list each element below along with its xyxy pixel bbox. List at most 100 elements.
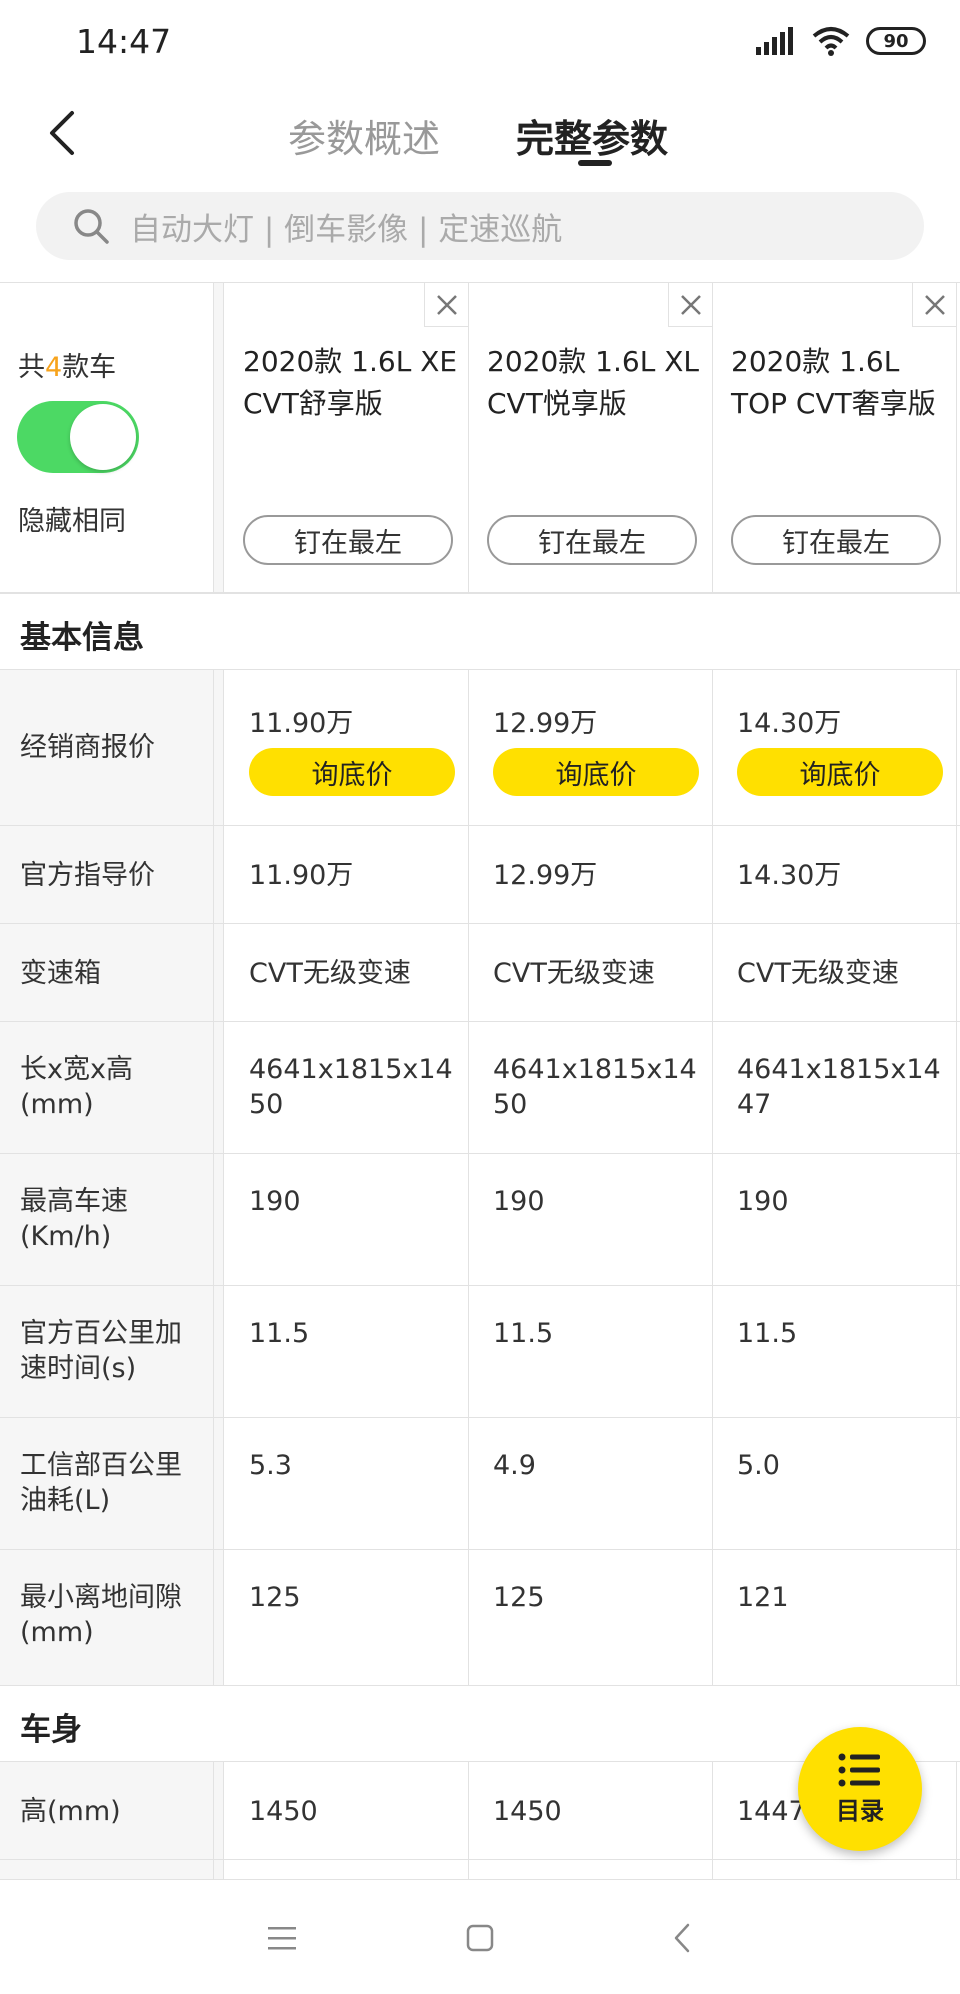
- pin-left-button[interactable]: 钉在最左: [243, 515, 453, 565]
- row-label: 最小离地间隙(mm): [20, 1582, 182, 1648]
- catalog-button[interactable]: 目录: [798, 1727, 922, 1851]
- table-cell: 14.30万 询底价: [713, 670, 957, 825]
- row-label-cell: 经销商报价: [0, 670, 214, 825]
- table-cell: 121: [713, 1550, 957, 1685]
- search-input[interactable]: 自动大灯 | 倒车影像 | 定速巡航: [36, 192, 924, 260]
- status-time: 14:47: [76, 22, 172, 61]
- column-divider: [214, 1022, 224, 1153]
- table-row-gearbox: 变速箱 CVT无级变速 CVT无级变速 CVT无级变速: [0, 924, 960, 1022]
- table-row-dealer-price: 经销商报价 11.90万 询底价 12.99万 询底价 14.30万 询底价: [0, 670, 960, 826]
- table-cell: 12.99万 询底价: [469, 670, 713, 825]
- system-nav-bar: [0, 1880, 960, 1994]
- cell-value: 14.30万: [737, 708, 842, 739]
- car-name: 2020款 1.6L XL CVT悦享版: [487, 345, 699, 420]
- cell-value: 11.5: [493, 1318, 554, 1349]
- inquire-price-button[interactable]: 询底价: [737, 748, 943, 796]
- list-icon: [838, 1753, 880, 1786]
- table-cell: 14.30万: [713, 826, 957, 923]
- row-label-cell: 最高车速(Km/h): [0, 1154, 214, 1285]
- remove-car-button[interactable]: [912, 283, 956, 327]
- column-divider: [214, 826, 224, 923]
- table-cell: 12.99万: [469, 826, 713, 923]
- cell-value: 4641x1815x1450: [249, 1054, 453, 1120]
- nav-back-button[interactable]: [660, 1916, 704, 1960]
- pin-left-button[interactable]: 钉在最左: [487, 515, 697, 565]
- cell-value: 11.90万: [249, 708, 354, 739]
- toggle-knob: [70, 404, 136, 470]
- row-label: 经销商报价: [20, 732, 155, 763]
- cell-value: 4.9: [493, 1450, 536, 1481]
- section-header: 基本信息: [0, 594, 960, 670]
- search-placeholder: 自动大灯 | 倒车影像 | 定速巡航: [130, 211, 563, 248]
- nav-home-button[interactable]: [458, 1916, 502, 1960]
- inquire-price-button[interactable]: 询底价: [493, 748, 699, 796]
- table-row-clearance: 最小离地间隙(mm) 125 125 121: [0, 1550, 960, 1686]
- row-label: 官方指导价: [20, 860, 155, 891]
- table-cell: 4641x1815x1447: [713, 1022, 957, 1153]
- car-column: 2020款 1.6L XL CVT悦享版 钉在最左: [469, 283, 713, 592]
- column-divider: [214, 1418, 224, 1549]
- remove-car-button[interactable]: [424, 283, 468, 327]
- section-title-body: 车身: [20, 1712, 82, 1748]
- cell-value: 1450: [249, 1796, 318, 1827]
- active-tab-indicator: [578, 160, 612, 166]
- table-cell: 11.90万: [225, 826, 469, 923]
- table-cell: 1450: [225, 1762, 469, 1859]
- cell-value: 4641x1815x1450: [493, 1054, 697, 1120]
- remove-car-button[interactable]: [668, 283, 712, 327]
- row-label: 最高车速(Km/h): [20, 1186, 128, 1252]
- inquire-price-button[interactable]: 询底价: [249, 748, 455, 796]
- pin-left-button[interactable]: 钉在最左: [731, 515, 941, 565]
- column-divider: [214, 1550, 224, 1685]
- cell-value: 14.30万: [737, 860, 842, 891]
- cell-value: 190: [493, 1186, 545, 1217]
- table-cell: 190: [713, 1154, 957, 1285]
- cell-value: CVT无级变速: [493, 958, 655, 989]
- cell-value: 4641x1815x1447: [737, 1054, 941, 1120]
- table-row-dimensions: 长x宽x高(mm) 4641x1815x1450 4641x1815x1450 …: [0, 1022, 960, 1154]
- close-icon: [680, 294, 701, 315]
- row-label: 长x宽x高(mm): [20, 1054, 133, 1120]
- row-label-cell: 官方百公里加速时间(s): [0, 1286, 214, 1417]
- table-cell: [469, 1860, 713, 1879]
- cell-value: 11.5: [737, 1318, 798, 1349]
- cell-value: 11.90万: [249, 860, 354, 891]
- nav-menu-button[interactable]: [260, 1916, 304, 1960]
- table-cell: 4.9: [469, 1418, 713, 1549]
- table-row-msrp: 官方指导价 11.90万 12.99万 14.30万: [0, 826, 960, 924]
- catalog-label: 目录: [836, 1796, 884, 1825]
- cell-value: CVT无级变速: [249, 958, 411, 989]
- tab-overview[interactable]: 参数概述: [288, 108, 440, 163]
- row-label-cell: 官方指导价: [0, 826, 214, 923]
- cell-value: 1450: [493, 1796, 562, 1827]
- table-cell: [713, 1860, 957, 1879]
- hide-same-toggle[interactable]: [17, 401, 139, 473]
- table-cell: 11.90万 询底价: [225, 670, 469, 825]
- car-name: 2020款 1.6L TOP CVT奢享版: [731, 345, 936, 420]
- table-row-top-speed: 最高车速(Km/h) 190 190 190: [0, 1154, 960, 1286]
- wifi-icon: [812, 27, 850, 56]
- tab-full-params[interactable]: 完整参数: [516, 108, 668, 163]
- row-label: 高(mm): [20, 1796, 121, 1827]
- table-cell: 125: [469, 1550, 713, 1685]
- cell-value: 190: [249, 1186, 301, 1217]
- row-label-cell: 最小离地间隙(mm): [0, 1550, 214, 1685]
- column-divider: [214, 1762, 224, 1859]
- table-cell: 11.5: [713, 1286, 957, 1417]
- cell-value: 5.0: [737, 1450, 780, 1481]
- car-count-number: 4: [45, 352, 63, 383]
- chevron-left-icon: [50, 111, 74, 155]
- status-icons: 90: [756, 26, 926, 56]
- status-bar: 14:47 90: [0, 0, 960, 86]
- close-icon: [436, 294, 457, 315]
- table-cell: CVT无级变速: [713, 924, 957, 1021]
- back-button[interactable]: [26, 98, 96, 168]
- cell-value: CVT无级变速: [737, 958, 899, 989]
- table-cell: 11.5: [225, 1286, 469, 1417]
- column-divider: [214, 670, 224, 825]
- car-name: 2020款 1.6L XE CVT舒享版: [243, 345, 458, 420]
- compare-control-panel: 共4款车 隐藏相同: [0, 283, 214, 592]
- cell-value: 12.99万: [493, 708, 598, 739]
- row-label-cell: [0, 1860, 214, 1879]
- home-square-icon: [466, 1924, 494, 1952]
